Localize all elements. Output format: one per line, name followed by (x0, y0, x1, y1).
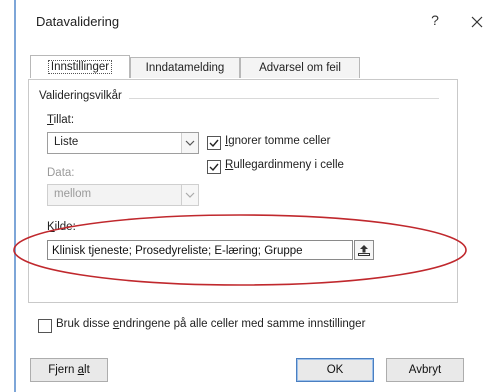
chevron-down-icon (185, 192, 195, 198)
group-divider (129, 98, 439, 99)
chevron-down-icon (185, 140, 195, 146)
cancel-button[interactable]: Avbryt (386, 358, 464, 382)
in-cell-dropdown-label: Rullegardinmeny i celle (225, 159, 344, 171)
data-dropdown-arrow (181, 185, 198, 205)
tab-input-message-label: Inndatamelding (145, 62, 225, 74)
clear-all-text-pre: Fjern (48, 364, 78, 376)
clear-all-text: lt (84, 364, 90, 376)
source-input[interactable]: Klinisk tjeneste; Prosedyreliste; E-læri… (47, 240, 353, 260)
data-label: Data: (47, 167, 75, 179)
ok-button[interactable]: OK (296, 358, 374, 382)
collapse-dialog-icon (358, 245, 370, 256)
apply-all-checkbox-box[interactable] (38, 319, 52, 333)
close-icon (471, 16, 483, 28)
in-cell-dropdown-checkbox-box[interactable] (207, 160, 221, 174)
data-validation-dialog: Datavalidering ? Innstillinger Inndatame… (0, 0, 500, 392)
clear-all-button[interactable]: Fjern alt (30, 358, 108, 382)
allow-label-accel: T (47, 114, 54, 126)
dialog-title: Datavalidering (36, 14, 120, 29)
title-bar: Datavalidering ? (16, 0, 500, 40)
ignore-blank-checkbox-box[interactable] (207, 136, 221, 150)
help-button[interactable]: ? (424, 12, 446, 32)
tab-error-alert[interactable]: Advarsel om feil (240, 57, 360, 78)
ignore-blank-text: gnorer tomme celler (228, 135, 331, 147)
allow-label: Tillat: (47, 114, 74, 126)
allow-select-value: Liste (54, 136, 79, 148)
window-edge (14, 0, 16, 392)
tab-settings[interactable]: Innstillinger (30, 55, 130, 78)
checkmark-icon (209, 163, 219, 172)
data-select-value: mellom (54, 188, 92, 200)
tab-settings-label: Innstillinger (47, 60, 113, 74)
collapse-dialog-button[interactable] (354, 240, 374, 260)
source-label-text: ilde: (54, 221, 76, 233)
apply-all-text-pre: Bruk disse (56, 318, 113, 330)
settings-panel: Valideringsvilkår Tillat: Liste Ignorer … (28, 79, 458, 303)
ignore-blank-label: Ignorer tomme celler (225, 135, 330, 147)
data-select: mellom (47, 184, 199, 206)
apply-all-label: Bruk disse endringene på alle celler med… (56, 318, 365, 330)
checkmark-icon (209, 139, 219, 148)
in-cell-dropdown-text: ullegardinmeny i celle (233, 159, 344, 171)
apply-all-text: ndringene på alle celler med samme innst… (119, 318, 366, 330)
validation-criteria-title: Valideringsvilkår (39, 90, 128, 102)
close-button[interactable] (464, 10, 490, 34)
tab-error-alert-label: Advarsel om feil (259, 62, 341, 74)
allow-select[interactable]: Liste (47, 132, 199, 154)
tab-input-message[interactable]: Inndatamelding (130, 57, 240, 78)
allow-label-text: illat: (53, 114, 75, 126)
allow-dropdown-arrow[interactable] (181, 133, 198, 153)
source-label-accel: K (47, 221, 55, 233)
source-label: Kilde: (47, 221, 76, 233)
